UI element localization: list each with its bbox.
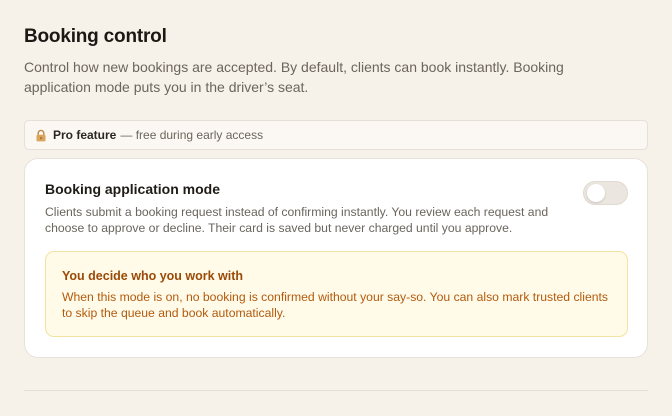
pro-feature-banner: Pro feature — free during early access	[24, 120, 648, 150]
pro-feature-label: Pro feature	[53, 128, 117, 142]
mode-title: Booking application mode	[45, 181, 221, 197]
info-notice: You decide who you work with When this m…	[45, 251, 628, 337]
section-divider	[24, 390, 648, 391]
booking-control-page: Booking control Control how new bookings…	[0, 0, 672, 416]
mode-description: Clients submit a booking request instead…	[45, 205, 549, 235]
lock-icon	[35, 129, 47, 142]
page-title: Booking control	[24, 26, 167, 47]
notice-body: When this mode is on, no booking is conf…	[62, 290, 609, 320]
booking-mode-card: Booking application mode Clients submit …	[24, 158, 648, 358]
booking-application-mode-toggle[interactable]	[583, 181, 628, 205]
page-subtitle: Control how new bookings are accepted. B…	[24, 59, 564, 95]
notice-title: You decide who you work with	[62, 269, 244, 283]
pro-feature-note: — free during early access	[120, 128, 264, 142]
toggle-knob	[587, 184, 605, 202]
